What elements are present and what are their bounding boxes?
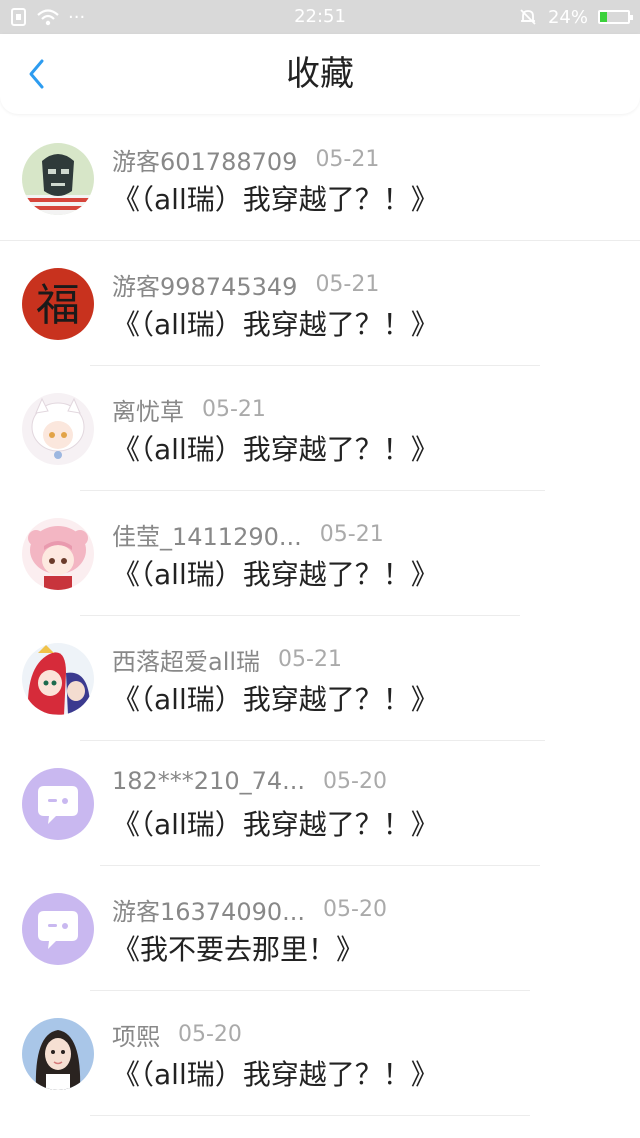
item-meta: 离忧草 05-21 (112, 392, 266, 427)
item-date: 05-20 (178, 1022, 242, 1047)
chat-bubble-icon (22, 768, 94, 840)
battery-percent: 24% (547, 6, 588, 28)
battery-tip (630, 15, 633, 20)
item-date: 05-21 (319, 522, 384, 547)
avatar (22, 893, 94, 965)
chat-bubble-icon (22, 893, 94, 965)
avatar (22, 768, 94, 840)
masked-man-avatar-icon (22, 143, 94, 215)
list-item[interactable]: 游客601788709 05-21 《（all瑞）我穿越了？！》 (0, 116, 640, 241)
back-button[interactable] (20, 56, 56, 92)
battery-icon (598, 10, 633, 24)
list-item[interactable]: 游客16374090... 05-20 《我不要去那里！》 (0, 866, 640, 991)
author-name: 游客998745349 (112, 273, 298, 301)
avatar (22, 1018, 94, 1090)
item-date: 05-21 (202, 397, 266, 422)
fu-char: 福 (36, 280, 80, 331)
page-title: 收藏 (286, 54, 354, 94)
avatar: 福 (22, 268, 94, 340)
anime-pink-hair-avatar-icon (22, 518, 94, 590)
author-name: 佳莹_1411290... (112, 523, 302, 551)
item-date: 05-21 (315, 272, 380, 297)
list-item[interactable]: 项熙 05-20 《（all瑞）我穿越了？！》 (0, 991, 640, 1116)
list-item[interactable]: 西落超爱all瑞 05-21 《（all瑞）我穿越了？！》 (0, 616, 640, 741)
author-name: 西落超爱all瑞 (112, 648, 261, 676)
book-title: 《（all瑞）我穿越了？！》 (112, 183, 439, 216)
avatar (22, 518, 94, 590)
item-date: 05-20 (323, 768, 387, 794)
book-title: 《（all瑞）我穿越了？！》 (112, 683, 439, 716)
chevron-left-icon (29, 59, 44, 89)
item-meta: 游客16374090... 05-20 (112, 892, 387, 927)
divider (90, 1115, 530, 1116)
battery-fill (600, 12, 607, 22)
status-right: 24% (518, 0, 633, 34)
book-title: 《（all瑞）我穿越了？！》 (112, 558, 439, 591)
item-meta: 游客601788709 05-21 (112, 142, 379, 177)
item-date: 05-21 (278, 647, 342, 672)
header: 收藏 (0, 34, 640, 114)
book-title: 《我不要去那里！》 (112, 933, 365, 966)
item-meta: 佳莹_1411290... 05-21 (112, 517, 384, 552)
book-title: 《（all瑞）我穿越了？！》 (112, 308, 439, 341)
avatar (22, 393, 94, 465)
item-date: 05-20 (323, 897, 387, 922)
list-item[interactable]: 福 游客998745349 05-21 《（all瑞）我穿越了？！》 (0, 241, 640, 366)
avatar (22, 643, 94, 715)
fu-character-avatar-icon: 福 (22, 268, 94, 340)
list-item[interactable]: 182***210_74... 05-20 《（all瑞）我穿越了？！》 (0, 741, 640, 866)
anime-red-hair-avatar-icon (22, 643, 94, 715)
book-title: 《（all瑞）我穿越了？！》 (112, 433, 439, 466)
author-name: 游客16374090... (112, 898, 306, 926)
avatar (22, 143, 94, 215)
list-item[interactable]: 佳莹_1411290... 05-21 《（all瑞）我穿越了？！》 (0, 491, 640, 616)
book-title: 《（all瑞）我穿越了？！》 (112, 1058, 439, 1091)
book-title: 《（all瑞）我穿越了？！》 (112, 808, 439, 841)
status-bar: ··· 22:51 24% (0, 0, 640, 34)
item-meta: 游客998745349 05-21 (112, 267, 379, 302)
author-name: 游客601788709 (112, 148, 298, 176)
favorites-list: 游客601788709 05-21 《（all瑞）我穿越了？！》 福 游客998… (0, 116, 640, 1116)
girl-photo-avatar-icon (22, 1018, 94, 1090)
author-name: 离忧草 (112, 398, 184, 426)
item-meta: 182***210_74... 05-20 (112, 767, 387, 795)
list-item[interactable]: 离忧草 05-21 《（all瑞）我穿越了？！》 (0, 366, 640, 491)
author-name: 182***210_74... (112, 767, 306, 795)
item-meta: 项熙 05-20 (112, 1017, 242, 1052)
anime-white-hair-avatar-icon (22, 393, 94, 465)
author-name: 项熙 (112, 1023, 160, 1051)
item-date: 05-21 (315, 147, 380, 172)
bell-muted-icon (520, 9, 536, 25)
item-meta: 西落超爱all瑞 05-21 (112, 642, 342, 677)
